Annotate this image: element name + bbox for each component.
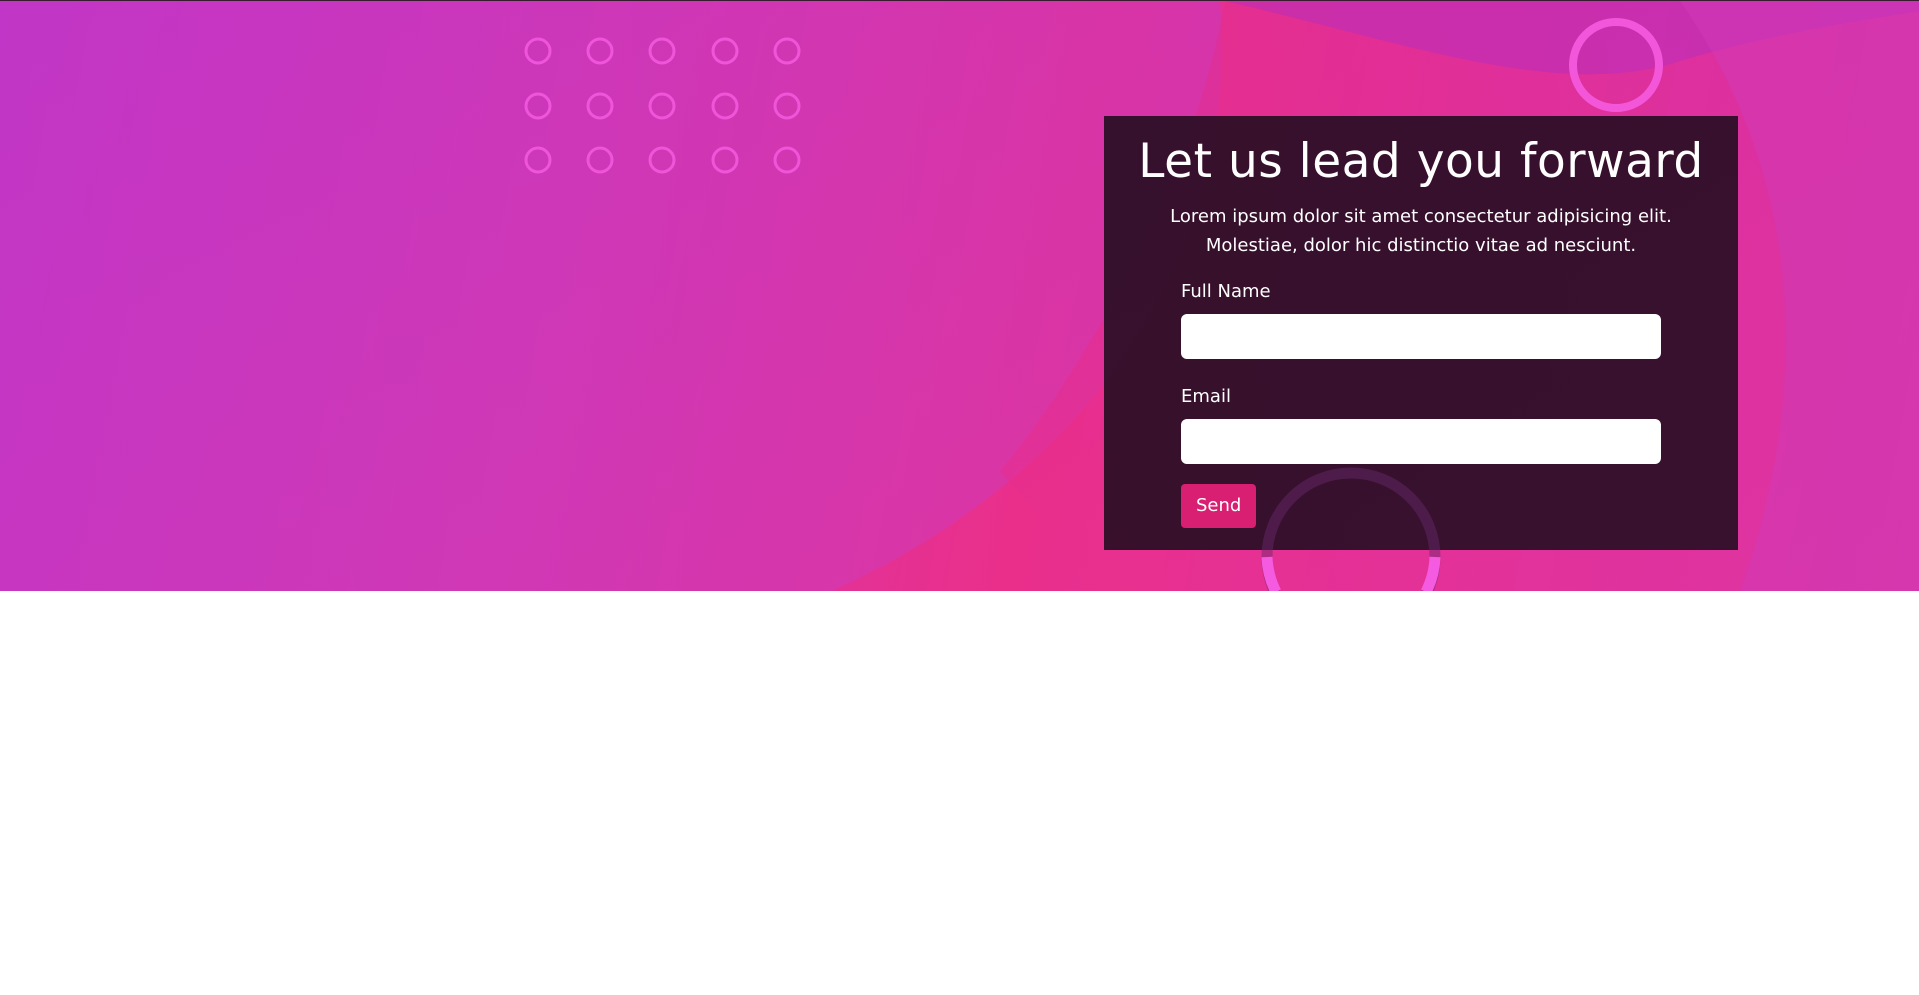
full-name-label: Full Name	[1181, 281, 1271, 302]
card-description: Lorem ipsum dolor sit amet consectetur a…	[1170, 206, 1672, 256]
card-title: Let us lead you forward	[1138, 134, 1704, 189]
contact-form: Full Name Email Send	[1181, 280, 1661, 528]
full-name-input[interactable]	[1181, 314, 1661, 359]
contact-card: Let us lead you forward Lorem ipsum dolo…	[1104, 116, 1738, 550]
hero-section: Let us lead you forward Lorem ipsum dolo…	[0, 0, 1919, 591]
page-body-empty	[0, 591, 1919, 995]
email-input[interactable]	[1181, 419, 1661, 464]
send-button[interactable]: Send	[1181, 484, 1257, 528]
email-label: Email	[1181, 386, 1231, 407]
